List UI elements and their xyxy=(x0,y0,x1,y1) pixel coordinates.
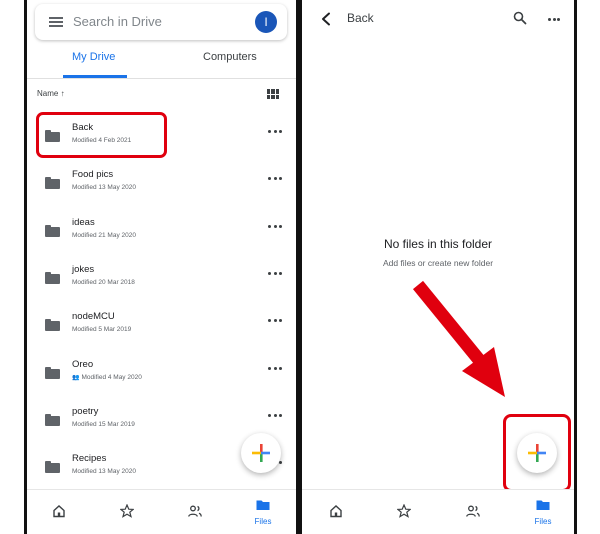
bottom-nav: Files xyxy=(27,489,296,534)
file-row[interactable]: Food pics Modified 13 May 2020 xyxy=(27,160,296,204)
file-modified-date: Modified 13 May 2020 xyxy=(72,184,136,191)
nav-files-label: Files xyxy=(534,517,552,526)
file-modified-date: Modified 15 Mar 2019 xyxy=(72,421,135,428)
more-options-button[interactable] xyxy=(268,128,282,134)
folder-icon xyxy=(45,414,60,426)
shared-people-icon xyxy=(188,505,202,517)
file-row[interactable]: Oreo 👥 Modified 4 May 2020 xyxy=(27,350,296,394)
more-options-button[interactable] xyxy=(268,317,282,323)
sort-arrow-up-icon: ↑ xyxy=(60,89,65,98)
folder-icon xyxy=(45,319,60,331)
nav-home[interactable] xyxy=(39,490,79,534)
file-row[interactable]: jokes Modified 20 Mar 2018 xyxy=(27,255,296,299)
more-options-button[interactable] xyxy=(268,270,282,276)
file-name: Food pics xyxy=(72,169,114,180)
new-fab-button[interactable] xyxy=(517,433,557,473)
file-modified-text: Modified 20 Mar 2018 xyxy=(72,279,135,286)
file-modified-date: Modified 20 Mar 2018 xyxy=(72,279,135,286)
file-modified-text: Modified 13 May 2020 xyxy=(72,184,136,191)
bottom-nav: Files xyxy=(302,489,574,534)
file-modified-date: Modified 13 May 2020 xyxy=(72,468,136,475)
nav-files[interactable]: Files xyxy=(243,490,283,534)
file-modified-text: Modified 5 Mar 2019 xyxy=(72,326,132,333)
home-icon xyxy=(330,505,342,518)
menu-icon[interactable] xyxy=(49,17,63,27)
shared-people-icon: 👥 xyxy=(72,375,80,381)
more-options-button[interactable] xyxy=(268,412,282,418)
new-fab-button[interactable] xyxy=(241,433,281,473)
file-row[interactable]: nodeMCU Modified 5 Mar 2019 xyxy=(27,302,296,346)
grid-view-icon[interactable] xyxy=(267,89,279,99)
file-name: jokes xyxy=(72,264,95,275)
more-options-button[interactable] xyxy=(268,365,282,371)
sort-by-name-button[interactable]: Name ↑ xyxy=(37,89,65,98)
nav-shared[interactable] xyxy=(175,490,215,534)
star-icon xyxy=(120,504,134,518)
folder-icon xyxy=(45,225,60,237)
folder-icon xyxy=(45,367,60,379)
folder-icon xyxy=(536,500,550,510)
left-phone-screen: Search in Drive I My Drive Computers Nam… xyxy=(24,0,299,534)
folder-icon xyxy=(45,177,60,189)
file-modified-date: 👥 Modified 4 May 2020 xyxy=(72,374,142,381)
nav-home[interactable] xyxy=(316,490,356,534)
avatar[interactable]: I xyxy=(255,11,277,33)
search-input[interactable]: Search in Drive xyxy=(73,14,162,29)
empty-state-subtitle: Add files or create new folder xyxy=(382,258,494,268)
file-modified-text: Modified 13 May 2020 xyxy=(72,468,136,475)
red-arrow-annotation xyxy=(412,280,505,397)
search-icon[interactable] xyxy=(513,11,527,25)
nav-starred[interactable] xyxy=(107,490,147,534)
nav-files[interactable]: Files xyxy=(523,490,563,534)
file-name: poetry xyxy=(72,406,99,417)
file-name: ideas xyxy=(72,217,95,228)
empty-state-title: No files in this folder xyxy=(383,237,493,251)
tab-computers[interactable]: Computers xyxy=(203,51,257,63)
more-options-button[interactable] xyxy=(268,175,282,181)
tabs-divider xyxy=(27,78,296,79)
plus-icon xyxy=(252,444,270,462)
file-name: Oreo xyxy=(72,359,94,370)
nav-starred[interactable] xyxy=(384,490,424,534)
plus-icon xyxy=(528,444,546,462)
nav-files-label: Files xyxy=(254,517,272,526)
nav-shared[interactable] xyxy=(453,490,493,534)
right-phone-screen: Back No files in this folder Add files o… xyxy=(299,0,577,534)
file-name: Recipes xyxy=(72,453,107,464)
file-modified-date: Modified 5 Mar 2019 xyxy=(72,326,131,333)
folder-icon xyxy=(256,500,270,510)
back-arrow-icon[interactable] xyxy=(320,12,332,26)
search-bar[interactable]: Search in Drive I xyxy=(35,4,287,40)
more-options-button[interactable] xyxy=(268,223,282,229)
shared-people-icon xyxy=(466,505,480,517)
file-name: nodeMCU xyxy=(72,311,115,322)
file-row[interactable]: ideas Modified 21 May 2020 xyxy=(27,208,296,252)
file-modified-date: Modified 21 May 2020 xyxy=(72,232,136,239)
folder-icon xyxy=(45,461,60,473)
more-options-button[interactable] xyxy=(548,17,560,21)
folder-icon xyxy=(45,272,60,284)
home-icon xyxy=(53,505,65,518)
sort-label: Name xyxy=(37,89,59,98)
file-modified-text: Modified 21 May 2020 xyxy=(72,232,136,239)
file-modified-text: Modified 4 May 2020 xyxy=(81,374,142,381)
folder-title: Back xyxy=(347,11,374,25)
file-modified-text: Modified 15 Mar 2019 xyxy=(72,421,135,428)
highlight-box-back-folder xyxy=(36,112,167,158)
star-icon xyxy=(397,504,411,518)
tab-my-drive[interactable]: My Drive xyxy=(72,51,115,63)
